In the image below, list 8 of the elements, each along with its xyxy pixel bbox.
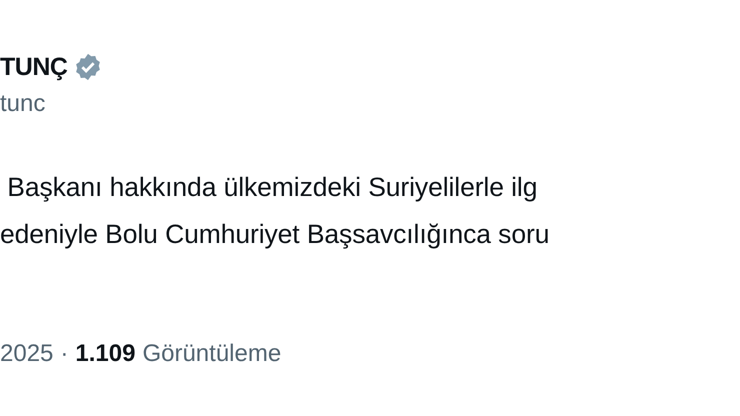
separator-dot: · — [60, 340, 68, 368]
post-text: edeniyle Bolu Cumhuriyet Başsavcılığınca soru — [0, 218, 550, 251]
post-date[interactable]: 2025 — [0, 340, 54, 368]
author-handle[interactable]: tunc — [0, 90, 740, 118]
view-count: 1.109 — [75, 340, 136, 368]
author-name[interactable]: TUNÇ — [0, 52, 68, 82]
post-text: Başkanı hakkında ülkemizdeki Suriyelilerle ilg — [6, 171, 538, 204]
views-label: Görüntüleme — [142, 340, 282, 368]
